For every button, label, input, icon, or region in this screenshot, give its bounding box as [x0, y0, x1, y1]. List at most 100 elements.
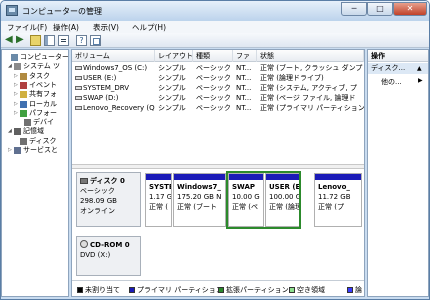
- title-bar[interactable]: コンピューターの管理 ─ □ ✕: [1, 1, 429, 21]
- volume-cell-text: シンプル: [158, 104, 186, 112]
- volume-row[interactable]: Windows7_OS (C:) シンプル ベーシック NT... 正常 (ブート, ク…: [72, 63, 364, 73]
- disk-0-name: ディスク 0: [90, 177, 125, 185]
- computer-management-window: コンピューターの管理 ─ □ ✕ ファイル(F) 操作(A) 表示(V) ヘルプ…: [0, 0, 430, 300]
- partition-name: Lenovo_: [318, 183, 350, 191]
- tree-item-label: コンピューター: [20, 53, 69, 61]
- pane-splitter[interactable]: [72, 164, 364, 169]
- partition-size: 175.20 GB N: [177, 193, 222, 201]
- tree-item-label: ディスク: [29, 136, 57, 145]
- disk-icon: [20, 137, 27, 145]
- partition-name: Windows7_: [177, 183, 221, 191]
- tree-item-label: パフォー: [29, 108, 57, 117]
- volume-cell-text: シンプル: [158, 74, 186, 82]
- menu-view[interactable]: 表示(V): [93, 22, 119, 33]
- minimize-button[interactable]: ─: [341, 2, 367, 16]
- menu-help[interactable]: ヘルプ(H): [132, 22, 166, 33]
- partition-status: 正常 (プ: [318, 203, 344, 211]
- volume-cell-text: 正常 (システム, アクティブ, プ: [260, 84, 357, 92]
- tree-item-label: ローカル: [29, 99, 57, 108]
- cdrom-0-label[interactable]: CD-ROM 0 DVD (X:): [76, 236, 141, 276]
- partition-name-row: Lenovo_: [318, 182, 351, 192]
- window-title: コンピューターの管理: [22, 7, 102, 16]
- menu-file[interactable]: ファイル(F): [7, 22, 47, 33]
- volume-icon: [75, 76, 82, 80]
- volume-cell-text: Lenovo_Recovery (Q:): [83, 104, 155, 112]
- arrow-left-icon[interactable]: ◀: [5, 35, 16, 46]
- volume-row[interactable]: USER (E:) シンプル ベーシック NT... 正常 (論理ドライブ): [72, 73, 364, 83]
- volume-cell: Windows7_OS (C:): [75, 63, 155, 73]
- view-icon[interactable]: [90, 35, 101, 46]
- close-button[interactable]: ✕: [393, 2, 427, 16]
- volume-cell: ベーシック: [196, 93, 233, 103]
- collapse-icon[interactable]: ▲: [417, 63, 422, 74]
- partition-4[interactable]: USER (E: 100.00 GB 正常 (論理: [265, 173, 300, 227]
- partition-name-row: SWAP: [232, 182, 260, 192]
- volume-row[interactable]: SYSTEM_DRV シンプル ベーシック NT... 正常 (システム, アクティブ,…: [72, 83, 364, 93]
- show-hide-tree-icon[interactable]: [44, 35, 55, 46]
- column-layout[interactable]: レイアウト: [155, 50, 193, 62]
- toolbar: ◀ ▶ ?: [1, 33, 429, 48]
- maximize-button[interactable]: □: [367, 2, 393, 16]
- volume-cell: シンプル: [158, 63, 193, 73]
- partition-2[interactable]: Windows7_ 175.20 GB N 正常 (ブート: [173, 173, 226, 227]
- help-icon[interactable]: ?: [76, 35, 87, 46]
- legend-swatch: [77, 287, 83, 293]
- volume-cell: 正常 (論理ドライブ): [260, 73, 364, 83]
- partition-info: USER (E: 100.00 GB 正常 (論理: [269, 182, 300, 212]
- device-icon: [24, 119, 31, 127]
- volume-list-header: ボリューム レイアウト 種類 ファ 状態: [72, 50, 364, 62]
- legend-swatch: [218, 287, 224, 293]
- folder-up-icon[interactable]: [30, 35, 41, 46]
- volume-cell: NT...: [236, 93, 257, 103]
- legend-swatch: [289, 287, 295, 293]
- legend-label: 拡張パーティション: [226, 286, 289, 294]
- partition-name: SWAP: [232, 183, 255, 191]
- tree-item-label: デバイ: [33, 118, 54, 127]
- volume-cell-text: ベーシック: [196, 84, 231, 92]
- volume-cell-text: ベーシック: [196, 74, 231, 82]
- partition-1[interactable]: SYSTE 1.17 G 正常 (: [145, 173, 172, 227]
- volume-row[interactable]: SWAP (D:) シンプル ベーシック NT... 正常 (ページ ファイル, 論理ド: [72, 93, 364, 103]
- computer-management-icon: [6, 5, 18, 16]
- partition-size: 100.00 GB: [269, 193, 299, 201]
- partition-3[interactable]: SWAP 10.00 G 正常 (ペ: [228, 173, 264, 227]
- actions-section-disk[interactable]: ディスク... ▲: [368, 63, 428, 74]
- partition-status: 正常 (ブート: [177, 203, 217, 211]
- volume-cell-text: ベーシック: [196, 94, 231, 102]
- storage-icon: [14, 128, 21, 136]
- cdrom-0-name: CD-ROM 0: [90, 241, 130, 249]
- hard-disk-icon: [80, 178, 88, 184]
- partition-status: 正常 (: [149, 203, 168, 211]
- volume-row[interactable]: Lenovo_Recovery (Q:) シンプル ベーシック NT... 正常 (プラ…: [72, 103, 364, 113]
- performance-icon: [20, 109, 27, 117]
- legend-item: 空き領域: [289, 286, 325, 294]
- arrow-right-icon[interactable]: ▶: [16, 35, 27, 46]
- volume-cell: NT...: [236, 83, 257, 93]
- column-volume[interactable]: ボリューム: [72, 50, 155, 62]
- legend-label: プライマリ パーティション: [137, 286, 223, 294]
- properties-icon[interactable]: [58, 35, 69, 46]
- menu-action[interactable]: 操作(A): [53, 22, 79, 33]
- column-status[interactable]: 状態: [257, 50, 364, 62]
- column-filesystem[interactable]: ファ: [233, 50, 257, 62]
- column-type[interactable]: 種類: [193, 50, 233, 62]
- volume-cell-text: USER (E:): [83, 74, 117, 82]
- legend: 未割り当て プライマリ パーティション 拡張パーティション 空き領域 論: [72, 280, 364, 296]
- other-actions-link[interactable]: 他の...: [381, 77, 402, 87]
- partition-type-bar: [315, 174, 361, 180]
- tree-item-label: システム ツ: [23, 62, 61, 71]
- volume-cell-text: NT...: [236, 64, 252, 72]
- volume-cell-text: NT...: [236, 84, 252, 92]
- disk-management-pane: ボリューム レイアウト 種類 ファ 状態 Windows7_OS (C:) シンプ…: [71, 49, 365, 297]
- partition-5[interactable]: Lenovo_ 11.72 GB 正常 (プ: [314, 173, 362, 227]
- disk-0-label[interactable]: ディスク 0 ベーシック 298.09 GB オンライン: [76, 172, 141, 227]
- volume-cell-text: 正常 (ページ ファイル, 論理ド: [260, 94, 356, 102]
- disk-0-size: 298.09 GB: [80, 197, 117, 205]
- partition-status: 正常 (論理: [269, 203, 300, 211]
- legend-swatch: [129, 287, 135, 293]
- legend-label: 空き領域: [297, 286, 325, 294]
- submenu-arrow-icon: ▶: [418, 77, 423, 84]
- volume-cell: 正常 (ブート, クラッシュ ダンプ: [260, 63, 364, 73]
- partition-type-bar: [146, 174, 171, 180]
- partition-size: 1.17 G: [149, 193, 172, 201]
